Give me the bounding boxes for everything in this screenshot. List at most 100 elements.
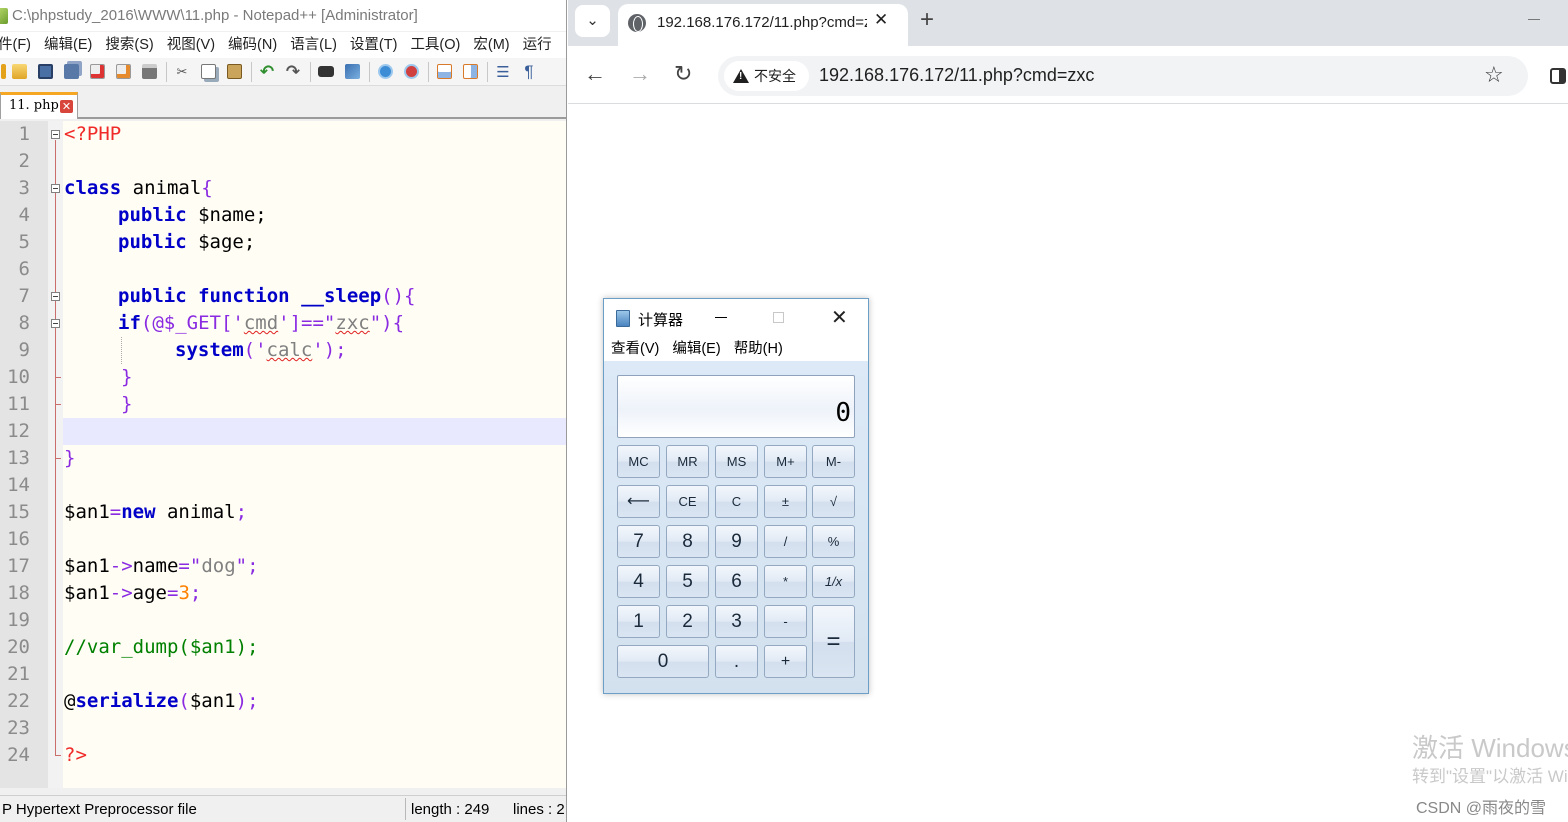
digit-7-button[interactable]: 7 <box>617 525 660 558</box>
maximize-icon[interactable] <box>773 312 784 323</box>
fold-toggle-icon[interactable] <box>51 292 60 301</box>
close-all-icon[interactable] <box>112 61 134 83</box>
close-icon[interactable] <box>86 61 108 83</box>
calculator-window: 计算器 ✕ 查看(V) 编辑(E) 帮助(H) 0 MC MR MS M+ M- ⟵… <box>603 298 869 694</box>
calculator-title-bar[interactable]: 计算器 ✕ <box>604 299 868 337</box>
m-plus-button[interactable]: M+ <box>764 445 807 478</box>
find-icon[interactable] <box>315 61 337 83</box>
code-line-18: $an1->age=3; <box>64 580 201 607</box>
function-name: __sleep <box>301 285 382 307</box>
mc-button[interactable]: MC <box>617 445 660 478</box>
property-name: $name; <box>186 204 267 226</box>
digit-2-button[interactable]: 2 <box>666 605 709 638</box>
tab-search-button[interactable]: ⌄ <box>575 5 610 37</box>
reciprocal-button[interactable]: 1/x <box>812 565 855 598</box>
string-dog: dog <box>201 555 236 577</box>
save-icon[interactable] <box>34 61 56 83</box>
address-bar[interactable]: 不安全 192.168.176.172/11.php?cmd=zxc ☆ <box>718 56 1528 96</box>
show-all-chars-icon[interactable]: ¶ <box>518 61 540 83</box>
m-minus-button[interactable]: M- <box>812 445 855 478</box>
window-minimize-icon[interactable] <box>1528 19 1540 20</box>
copy-icon[interactable] <box>197 61 219 83</box>
menu-edit[interactable]: 编辑(E) <box>672 341 720 357</box>
cut-icon[interactable]: ✂ <box>171 61 193 83</box>
activate-windows-title: 激活 Windows <box>1412 733 1568 763</box>
digit-1-button[interactable]: 1 <box>617 605 660 638</box>
notepad-title: C:\phpstudy_2016\WWW\11.php - Notepad++ … <box>12 7 418 24</box>
menu-search[interactable]: 搜索(S) <box>105 32 153 58</box>
menu-view[interactable]: 视图(V) <box>167 32 215 58</box>
mr-button[interactable]: MR <box>666 445 709 478</box>
menu-tools[interactable]: 工具(O) <box>410 32 460 58</box>
wrap-icon[interactable]: ☰ <box>492 61 514 83</box>
fold-toggle-icon[interactable] <box>51 130 60 139</box>
side-panel-icon[interactable] <box>1550 68 1566 84</box>
clear-button[interactable]: C <box>715 485 758 518</box>
digit-6-button[interactable]: 6 <box>715 565 758 598</box>
close-icon[interactable]: ✕ <box>831 305 848 330</box>
zoom-in-icon[interactable] <box>374 61 396 83</box>
percent-button[interactable]: % <box>812 525 855 558</box>
menu-view[interactable]: 查看(V) <box>611 341 659 357</box>
code-editor[interactable]: 1 2 3 4 5 6 7 8 9 10 11 12 13 14 15 16 1… <box>0 121 566 788</box>
notepad-title-bar[interactable]: C:\phpstudy_2016\WWW\11.php - Notepad++ … <box>0 0 566 31</box>
digit-9-button[interactable]: 9 <box>715 525 758 558</box>
digit-4-button[interactable]: 4 <box>617 565 660 598</box>
digit-8-button[interactable]: 8 <box>666 525 709 558</box>
backspace-button[interactable]: ⟵ <box>617 485 660 518</box>
paste-icon[interactable] <box>223 61 245 83</box>
menu-settings[interactable]: 设置(T) <box>350 32 398 58</box>
menu-encoding[interactable]: 编码(N) <box>228 32 277 58</box>
menu-edit[interactable]: 编辑(E) <box>44 32 92 58</box>
fold-toggle-icon[interactable] <box>51 184 60 193</box>
divide-button[interactable]: / <box>764 525 807 558</box>
add-button[interactable]: + <box>764 645 807 678</box>
url-text[interactable]: 192.168.176.172/11.php?cmd=zxc <box>819 65 1094 86</box>
sqrt-button[interactable]: √ <box>812 485 855 518</box>
zoom-out-icon[interactable] <box>400 61 422 83</box>
fold-toggle-icon[interactable] <box>51 319 60 328</box>
clear-entry-button[interactable]: CE <box>666 485 709 518</box>
open-file-icon[interactable] <box>8 61 30 83</box>
php-close-tag: ?> <box>64 744 87 766</box>
menu-run[interactable]: 运行 <box>523 32 552 58</box>
new-file-icon[interactable] <box>0 61 6 83</box>
tab-close-icon[interactable]: ✕ <box>60 100 73 113</box>
sync-h-icon[interactable] <box>459 61 481 83</box>
browser-tab-active[interactable]: 192.168.176.172/11.php?cmd=zxc ✕ <box>618 4 908 46</box>
code-line-15: $an1=new animal; <box>64 499 247 526</box>
tab-close-icon[interactable]: ✕ <box>874 10 888 30</box>
plus-minus-button[interactable]: ± <box>764 485 807 518</box>
save-all-icon[interactable] <box>60 61 82 83</box>
reload-button[interactable]: ↻ <box>674 61 692 87</box>
digit-0-button[interactable]: 0 <box>617 645 709 678</box>
line-number: 13 <box>7 447 30 469</box>
security-chip[interactable]: 不安全 <box>724 61 809 91</box>
keyword-public: public <box>118 204 187 226</box>
decimal-button[interactable]: . <box>715 645 758 678</box>
back-button[interactable]: ← <box>584 61 606 87</box>
ms-button[interactable]: MS <box>715 445 758 478</box>
equals-button[interactable]: = <box>812 605 855 678</box>
file-tab-11-php[interactable]: 11. php ✕ <box>0 92 78 119</box>
menu-file[interactable]: 件(F) <box>0 32 31 58</box>
line-number: 6 <box>18 258 30 280</box>
menu-language[interactable]: 语言(L) <box>290 32 337 58</box>
sync-v-icon[interactable] <box>433 61 455 83</box>
new-tab-button[interactable]: + <box>920 6 934 34</box>
code-punct: ']==" <box>278 312 336 334</box>
redo-icon[interactable]: ↷ <box>282 61 304 83</box>
print-icon[interactable] <box>138 61 160 83</box>
menu-help[interactable]: 帮助(H) <box>734 341 783 357</box>
undo-icon[interactable]: ↶ <box>256 61 278 83</box>
digit-3-button[interactable]: 3 <box>715 605 758 638</box>
subtract-button[interactable]: - <box>764 605 807 638</box>
replace-icon[interactable] <box>341 61 363 83</box>
multiply-button[interactable]: * <box>764 565 807 598</box>
bookmark-star-icon[interactable]: ☆ <box>1484 62 1504 88</box>
forward-button[interactable]: → <box>629 61 651 87</box>
menu-macro[interactable]: 宏(M) <box>473 32 509 58</box>
minimize-icon[interactable] <box>715 317 727 318</box>
line-number: 24 <box>7 744 30 766</box>
digit-5-button[interactable]: 5 <box>666 565 709 598</box>
